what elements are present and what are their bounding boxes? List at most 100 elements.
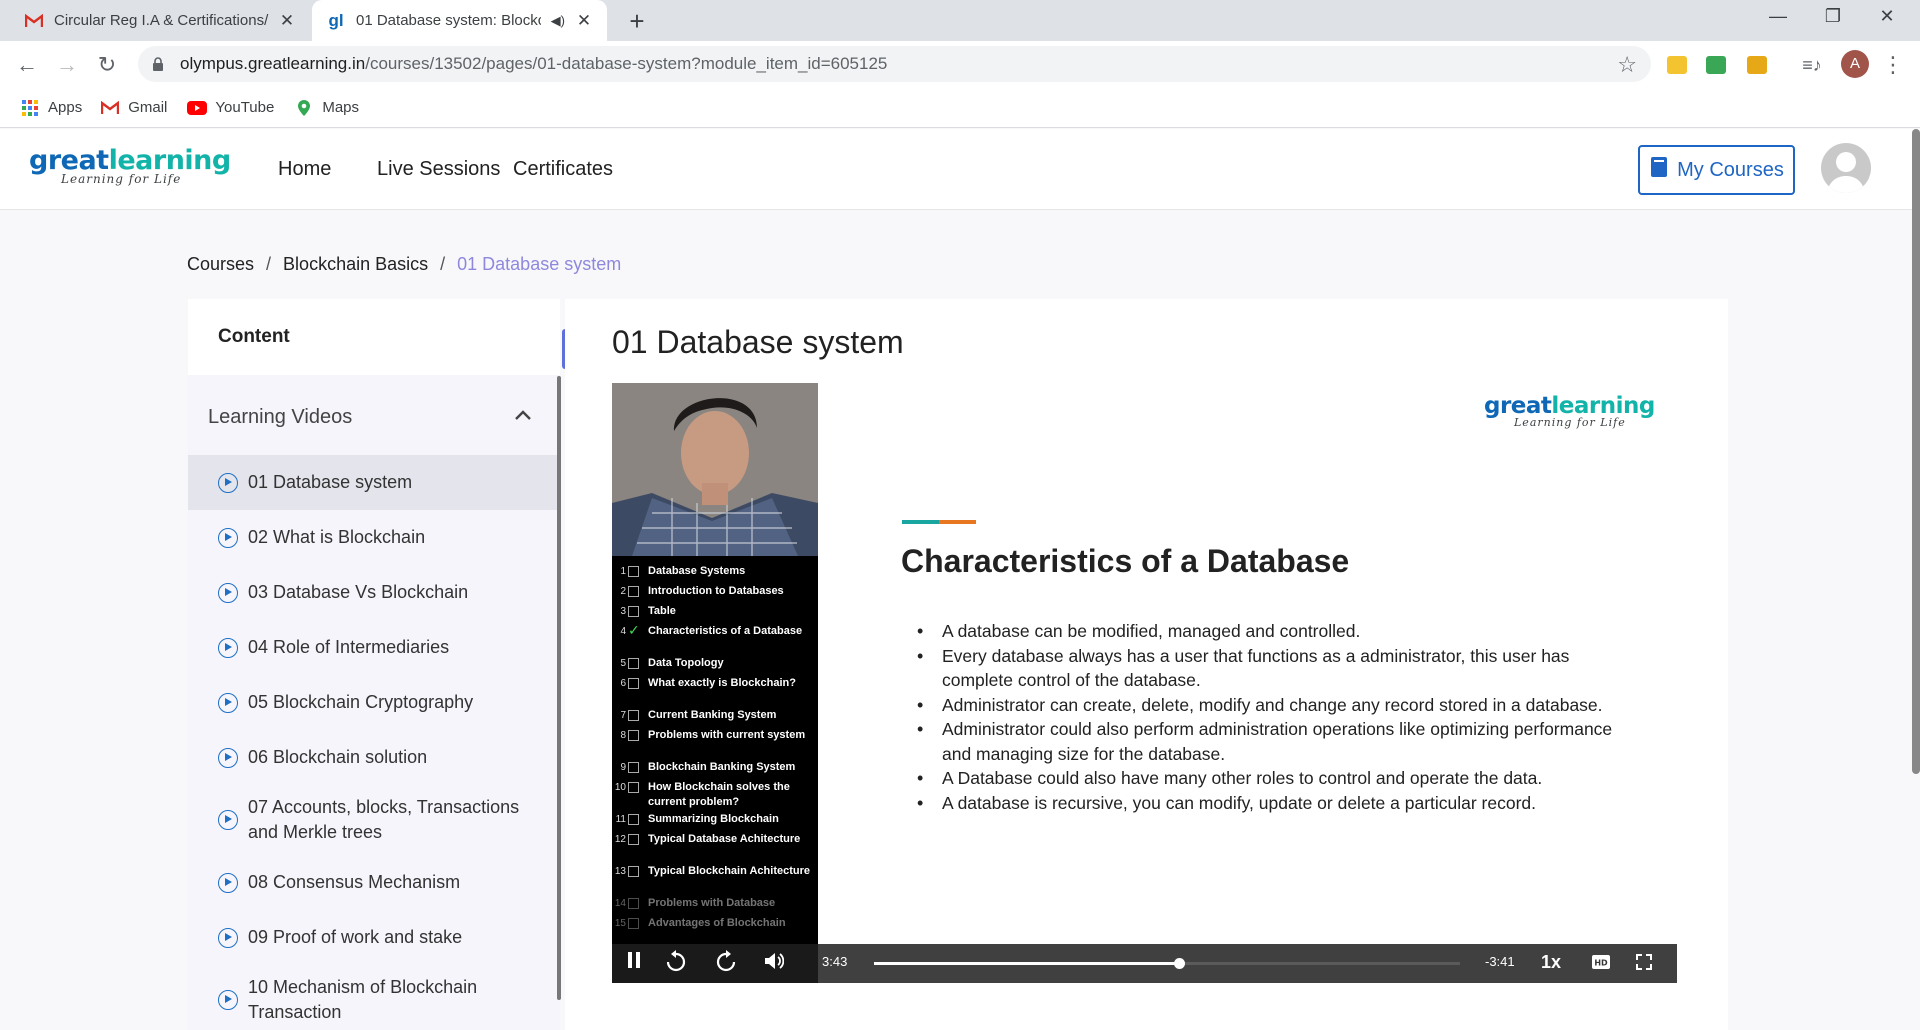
progress-bar[interactable] — [874, 958, 1460, 969]
checkbox-icon — [628, 586, 639, 597]
forward-icon[interactable] — [714, 950, 738, 977]
video-title: 09 Proof of work and stake — [248, 927, 463, 947]
video-title: 10 Mechanism of Blockchain Transaction — [248, 977, 478, 1022]
content-sidebar: Content Learning Videos 01 Database syst… — [188, 299, 560, 1030]
video-list-item[interactable]: 05 Blockchain Cryptography — [188, 675, 560, 730]
play-circle-icon — [218, 472, 238, 493]
progress-handle[interactable] — [1173, 958, 1185, 969]
browser-toolbar: ← → ↻ olympus.greatlearning.in/courses/1… — [0, 41, 1920, 88]
chevron-up-icon[interactable] — [514, 405, 532, 426]
slide-bullets: A database can be modified, managed and … — [917, 619, 1637, 815]
audio-playing-icon[interactable]: ◀) — [551, 13, 565, 29]
new-tab-button[interactable]: + — [622, 6, 652, 37]
forward-button[interactable]: → — [52, 50, 82, 80]
slide-title: Characteristics of a Database — [901, 543, 1350, 579]
checkbox-icon — [628, 918, 639, 929]
bookmark-label: Gmail — [128, 99, 168, 116]
bookmark-youtube[interactable]: YouTube — [187, 99, 274, 117]
extension-sheets-icon[interactable] — [1706, 56, 1726, 74]
video-title: 06 Blockchain solution — [248, 747, 428, 767]
profile-avatar[interactable]: A — [1841, 50, 1869, 78]
address-bar[interactable]: olympus.greatlearning.in/courses/13502/p… — [138, 46, 1651, 82]
breadcrumb-separator: / — [440, 254, 446, 274]
video-list-item[interactable]: 04 Role of Intermediaries — [188, 620, 560, 675]
lock-icon — [152, 57, 164, 71]
maps-icon — [294, 99, 314, 117]
volume-icon[interactable] — [762, 952, 786, 975]
nav-live-sessions[interactable]: Live Sessions — [377, 158, 500, 181]
close-tab-icon[interactable]: ✕ — [278, 11, 296, 31]
slide-bullet: A Database could also have many other ro… — [917, 766, 1637, 791]
video-list-item[interactable]: 02 What is Blockchain — [188, 510, 560, 565]
tab-gmail[interactable]: Circular Reg I.A & Certifications/ ✕ — [10, 0, 310, 41]
breadcrumb-courses[interactable]: Courses — [187, 254, 254, 275]
agenda-number: 13 — [614, 866, 626, 877]
play-circle-icon — [218, 692, 238, 713]
gmail-icon — [100, 99, 120, 117]
nav-home[interactable]: Home — [278, 158, 331, 181]
bookmark-label: YouTube — [215, 99, 275, 116]
play-circle-icon — [218, 927, 238, 948]
pause-icon[interactable] — [624, 952, 644, 973]
video-list-item[interactable]: 07 Accounts, blocks, Transactions and Me… — [188, 785, 560, 855]
bookmark-maps[interactable]: Maps — [294, 99, 359, 117]
rewind-icon[interactable] — [664, 950, 688, 977]
agenda-number: 11 — [615, 814, 626, 825]
close-tab-icon[interactable]: ✕ — [575, 11, 593, 31]
play-circle-icon — [218, 810, 238, 830]
media-control-icon[interactable]: ≡♪ — [1797, 50, 1827, 80]
video-list-item[interactable]: 10 Mechanism of Blockchain Transaction — [188, 965, 560, 1030]
page-scrollbar[interactable] — [1912, 129, 1920, 774]
agenda-text: Problems with current system — [648, 729, 806, 741]
play-circle-icon — [218, 637, 238, 658]
bookmark-star-icon[interactable]: ☆ — [1617, 52, 1637, 78]
restore-button[interactable]: ❐ — [1813, 6, 1853, 34]
content-heading: Content — [218, 326, 290, 347]
play-circle-icon — [218, 527, 238, 548]
agenda-number: 6 — [620, 678, 626, 689]
video-list-item[interactable]: 06 Blockchain solution — [188, 730, 560, 785]
video-player[interactable]: 1 Database Systems 2 Introduction to Databa… — [612, 383, 1677, 983]
minimize-button[interactable]: — — [1758, 6, 1798, 34]
checkbox-icon — [628, 606, 639, 617]
slide-bullet: Administrator could also perform adminis… — [917, 717, 1637, 766]
url-host: olympus.greatlearning.in — [180, 54, 366, 73]
site-header: greatlearning Learning for Life Home Liv… — [0, 129, 1920, 210]
agenda-text: Blockchain Banking System — [648, 761, 796, 773]
url-text[interactable]: olympus.greatlearning.in/courses/13502/p… — [180, 54, 887, 74]
nav-certificates[interactable]: Certificates — [513, 158, 613, 181]
breadcrumb-blockchain-basics[interactable]: Blockchain Basics — [283, 254, 428, 275]
user-avatar[interactable] — [1821, 143, 1871, 193]
menu-kebab-icon[interactable]: ⋮ — [1878, 50, 1908, 80]
breadcrumb-separator: / — [266, 254, 272, 274]
bookmark-apps[interactable]: Apps — [20, 99, 82, 117]
agenda-text: Database Systems — [648, 565, 746, 577]
tab-title: Circular Reg I.A & Certifications/ — [54, 12, 269, 29]
video-list-item[interactable]: 09 Proof of work and stake — [188, 910, 560, 965]
video-list-item[interactable]: 03 Database Vs Blockchain — [188, 565, 560, 620]
my-courses-button[interactable]: My Courses — [1638, 145, 1795, 195]
agenda-text: Data Topology — [648, 657, 724, 669]
checkbox-icon — [628, 782, 639, 793]
greatlearning-icon: gl — [328, 10, 344, 30]
playback-speed[interactable]: 1x — [1541, 952, 1561, 973]
hd-icon[interactable]: HD — [1592, 954, 1610, 974]
tab-database-system[interactable]: gl 01 Database system: Blockch ◀) ✕ — [312, 0, 607, 41]
fullscreen-icon[interactable] — [1636, 954, 1652, 975]
agenda-text: Table — [648, 605, 676, 617]
back-button[interactable]: ← — [12, 50, 42, 80]
video-title: 08 Consensus Mechanism — [248, 872, 461, 892]
apps-grid-icon — [20, 99, 40, 117]
greatlearning-logo[interactable]: greatlearning Learning for Life — [29, 145, 231, 186]
checkbox-icon — [628, 658, 639, 669]
sidebar-scrollbar[interactable] — [557, 376, 561, 1000]
close-window-button[interactable]: ✕ — [1867, 6, 1907, 34]
extension-wallet-icon[interactable] — [1747, 56, 1767, 74]
bookmark-gmail[interactable]: Gmail — [100, 99, 167, 117]
section-title[interactable]: Learning Videos — [208, 406, 352, 429]
reload-button[interactable]: ↻ — [92, 50, 122, 80]
video-list-item[interactable]: 01 Database system — [188, 455, 560, 510]
extension-notes-icon[interactable] — [1667, 56, 1687, 74]
video-list-item[interactable]: 08 Consensus Mechanism — [188, 855, 560, 910]
agenda-text: Problems with Database — [648, 897, 776, 909]
